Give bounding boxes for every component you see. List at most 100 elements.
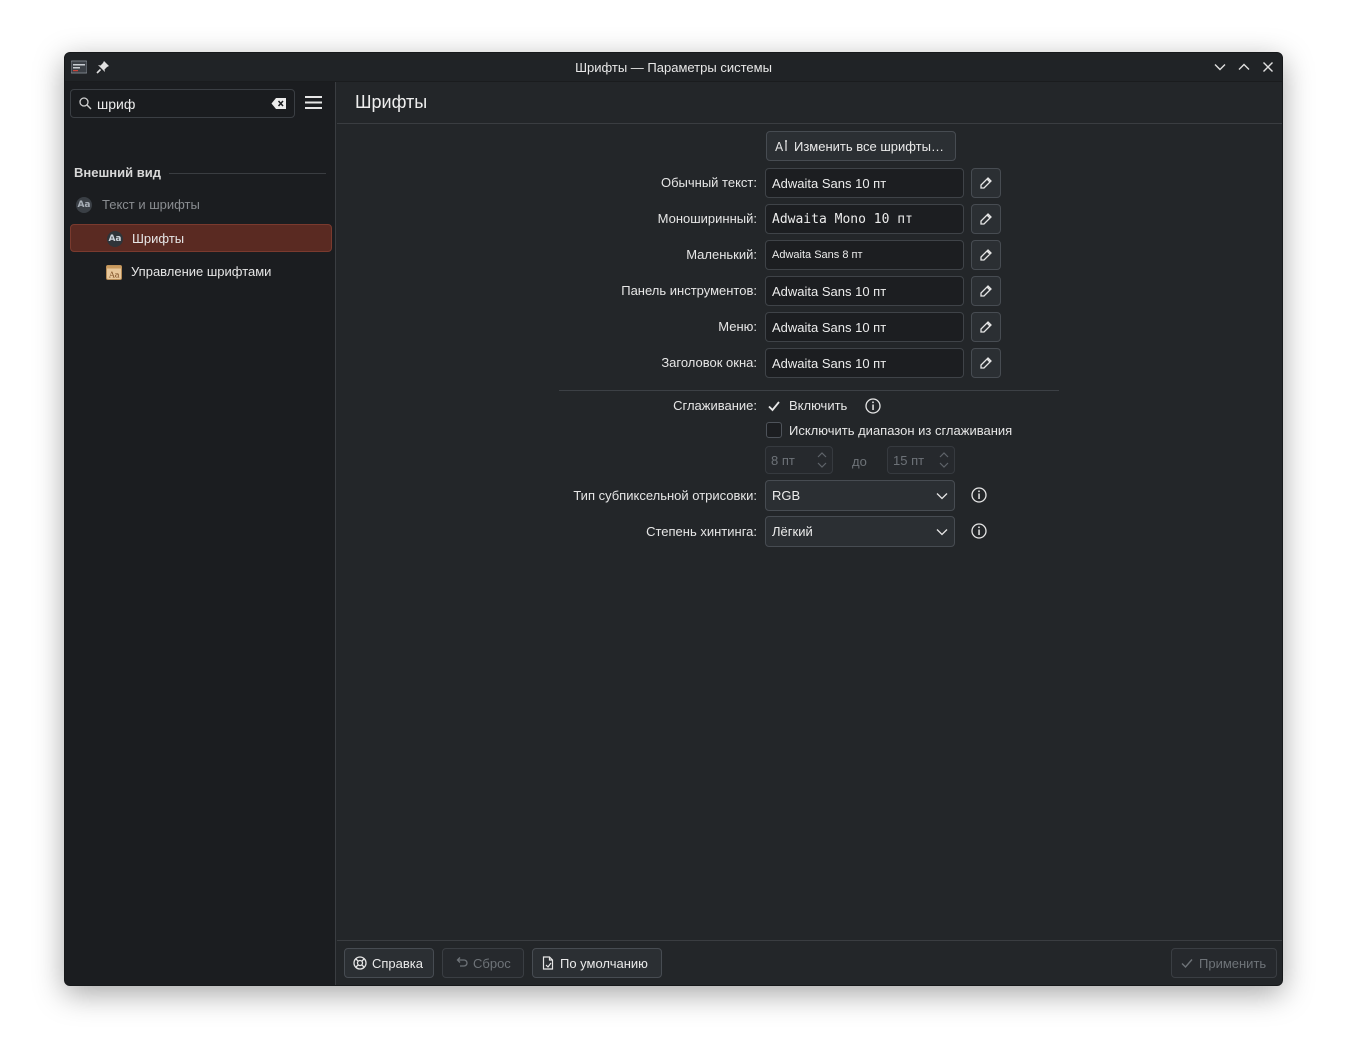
change-all-fonts-button[interactable]: A Изменить все шрифты… <box>766 131 956 161</box>
search-input[interactable]: шриф <box>70 89 295 118</box>
combo-value: RGB <box>772 488 801 503</box>
sidebar-item-label: Шрифты <box>132 231 185 246</box>
font-label-general: Обычный текст: <box>660 175 757 190</box>
font-value: Adwaita Sans 8 пт <box>772 249 863 261</box>
category-header: Внешний вид <box>74 165 161 180</box>
font-label-fixed: Моноширинный: <box>657 211 757 226</box>
pencil-icon <box>980 285 992 297</box>
reset-label: Сброс <box>473 956 511 971</box>
edit-font-button-toolbar[interactable] <box>971 276 1001 306</box>
dialog-button-bar: Справка Сброс По умолчанию Применить <box>337 940 1282 985</box>
font-label-small: Маленький: <box>686 247 757 262</box>
reset-button[interactable]: Сброс <box>442 948 524 978</box>
apply-label: Применить <box>1199 956 1267 971</box>
font-field-window-title: Adwaita Sans 10 пт <box>765 348 964 378</box>
edit-font-button-window-title[interactable] <box>971 348 1001 378</box>
hinting-combobox[interactable]: Лёгкий <box>765 516 955 547</box>
hamburger-menu-icon[interactable] <box>305 95 322 110</box>
edit-font-button-menu[interactable] <box>971 312 1001 342</box>
combo-value: Лёгкий <box>772 524 813 539</box>
chevron-down-icon <box>936 529 948 536</box>
hinting-label: Степень хинтинга: <box>646 524 757 539</box>
sidebar-item-fonts[interactable]: Aa Шрифты <box>70 224 332 252</box>
font-label-menu: Меню: <box>718 319 757 334</box>
font-change-icon: A <box>775 140 787 153</box>
fonts-icon: Aa <box>107 231 123 247</box>
edit-font-button-general[interactable] <box>971 168 1001 198</box>
antialiasing-label: Сглаживание: <box>673 398 757 413</box>
spin-arrows-icon <box>939 452 949 468</box>
font-field-general: Adwaita Sans 10 пт <box>765 168 964 198</box>
settings-window: Шрифты — Параметры системы шриф Внешний … <box>64 52 1283 986</box>
antialiasing-enable-checkbox[interactable] <box>766 398 782 414</box>
info-icon[interactable] <box>865 398 881 414</box>
font-value: Adwaita Sans 10 пт <box>772 284 887 299</box>
font-management-icon: Aa <box>106 265 122 280</box>
defaults-button[interactable]: По умолчанию <box>532 948 662 978</box>
sidebar-item-label: Текст и шрифты <box>102 197 200 212</box>
sidebar-item-text-and-fonts[interactable]: Aa Текст и шрифты <box>70 191 332 219</box>
pencil-icon <box>980 177 992 189</box>
antialiasing-enable-label[interactable]: Включить <box>789 398 847 413</box>
edit-font-button-small[interactable] <box>971 240 1001 270</box>
edit-font-button-fixed[interactable] <box>971 204 1001 234</box>
spinbox-value: 15 пт <box>893 453 925 468</box>
svg-text:A: A <box>775 140 784 153</box>
clear-text-icon[interactable] <box>271 97 287 110</box>
undo-icon <box>456 957 468 967</box>
range-to-label: до <box>852 454 867 469</box>
window-title: Шрифты — Параметры системы <box>575 60 772 75</box>
category-divider <box>169 173 326 174</box>
font-field-menu: Adwaita Sans 10 пт <box>765 312 964 342</box>
maximize-icon[interactable] <box>1237 60 1251 74</box>
exclude-range-label[interactable]: Исключить диапазон из сглаживания <box>789 423 1012 438</box>
search-value: шриф <box>97 96 136 112</box>
help-button[interactable]: Справка <box>344 948 434 978</box>
font-field-toolbar: Adwaita Sans 10 пт <box>765 276 964 306</box>
checkmark-icon <box>768 401 780 412</box>
pencil-icon <box>980 213 992 225</box>
chevron-down-icon <box>936 493 948 500</box>
subpixel-combobox[interactable]: RGB <box>765 480 955 511</box>
spin-arrows-icon <box>817 452 827 468</box>
section-divider <box>559 390 1059 391</box>
help-label: Справка <box>372 956 423 971</box>
sidebar-item-font-management[interactable]: Aa Управление шрифтами <box>70 258 332 286</box>
sidebar: шриф Внешний вид Aa Текст и шрифты Aa Шр… <box>65 82 336 985</box>
pencil-icon <box>980 321 992 333</box>
page-header: Шрифты <box>337 82 1282 124</box>
info-icon[interactable] <box>971 523 987 539</box>
minimize-icon[interactable] <box>1213 60 1227 74</box>
close-icon[interactable] <box>1261 60 1275 74</box>
spinbox-value: 8 пт <box>771 453 795 468</box>
font-label-toolbar: Панель инструментов: <box>621 283 757 298</box>
search-icon <box>79 97 92 110</box>
labels-column: Обычный текст: Моноширинный: Маленький: … <box>337 124 757 940</box>
document-defaults-icon <box>542 956 554 970</box>
text-fonts-icon: Aa <box>76 197 92 213</box>
font-value: Adwaita Sans 10 пт <box>772 320 887 335</box>
exclude-from-spinbox[interactable]: 8 пт <box>765 446 833 474</box>
svg-text:Aa: Aa <box>108 271 120 280</box>
subpixel-label: Тип субпиксельной отрисовки: <box>573 488 757 503</box>
pencil-icon <box>980 249 992 261</box>
info-icon[interactable] <box>971 487 987 503</box>
exclude-range-checkbox[interactable] <box>766 422 782 438</box>
title-bar[interactable]: Шрифты — Параметры системы <box>65 53 1282 82</box>
pencil-icon <box>980 357 992 369</box>
defaults-label: По умолчанию <box>560 956 648 971</box>
apply-button[interactable]: Применить <box>1171 948 1277 978</box>
font-value: Adwaita Sans 10 пт <box>772 356 887 371</box>
font-value: Adwaita Sans 10 пт <box>772 176 887 191</box>
font-label-window-title: Заголовок окна: <box>661 355 757 370</box>
font-field-small: Adwaita Sans 8 пт <box>765 240 964 270</box>
sidebar-item-label: Управление шрифтами <box>131 264 272 279</box>
change-all-fonts-label: Изменить все шрифты… <box>794 139 944 154</box>
fonts-settings-form: A Изменить все шрифты… Обычный текст: Мо… <box>337 124 1282 940</box>
checkmark-icon <box>1181 959 1193 969</box>
font-value: Adwaita Mono 10 пт <box>772 212 913 227</box>
exclude-to-spinbox[interactable]: 15 пт <box>887 446 955 474</box>
page-title: Шрифты <box>355 92 428 112</box>
help-lifebuoy-icon <box>353 956 367 970</box>
font-field-fixed: Adwaita Mono 10 пт <box>765 204 964 234</box>
